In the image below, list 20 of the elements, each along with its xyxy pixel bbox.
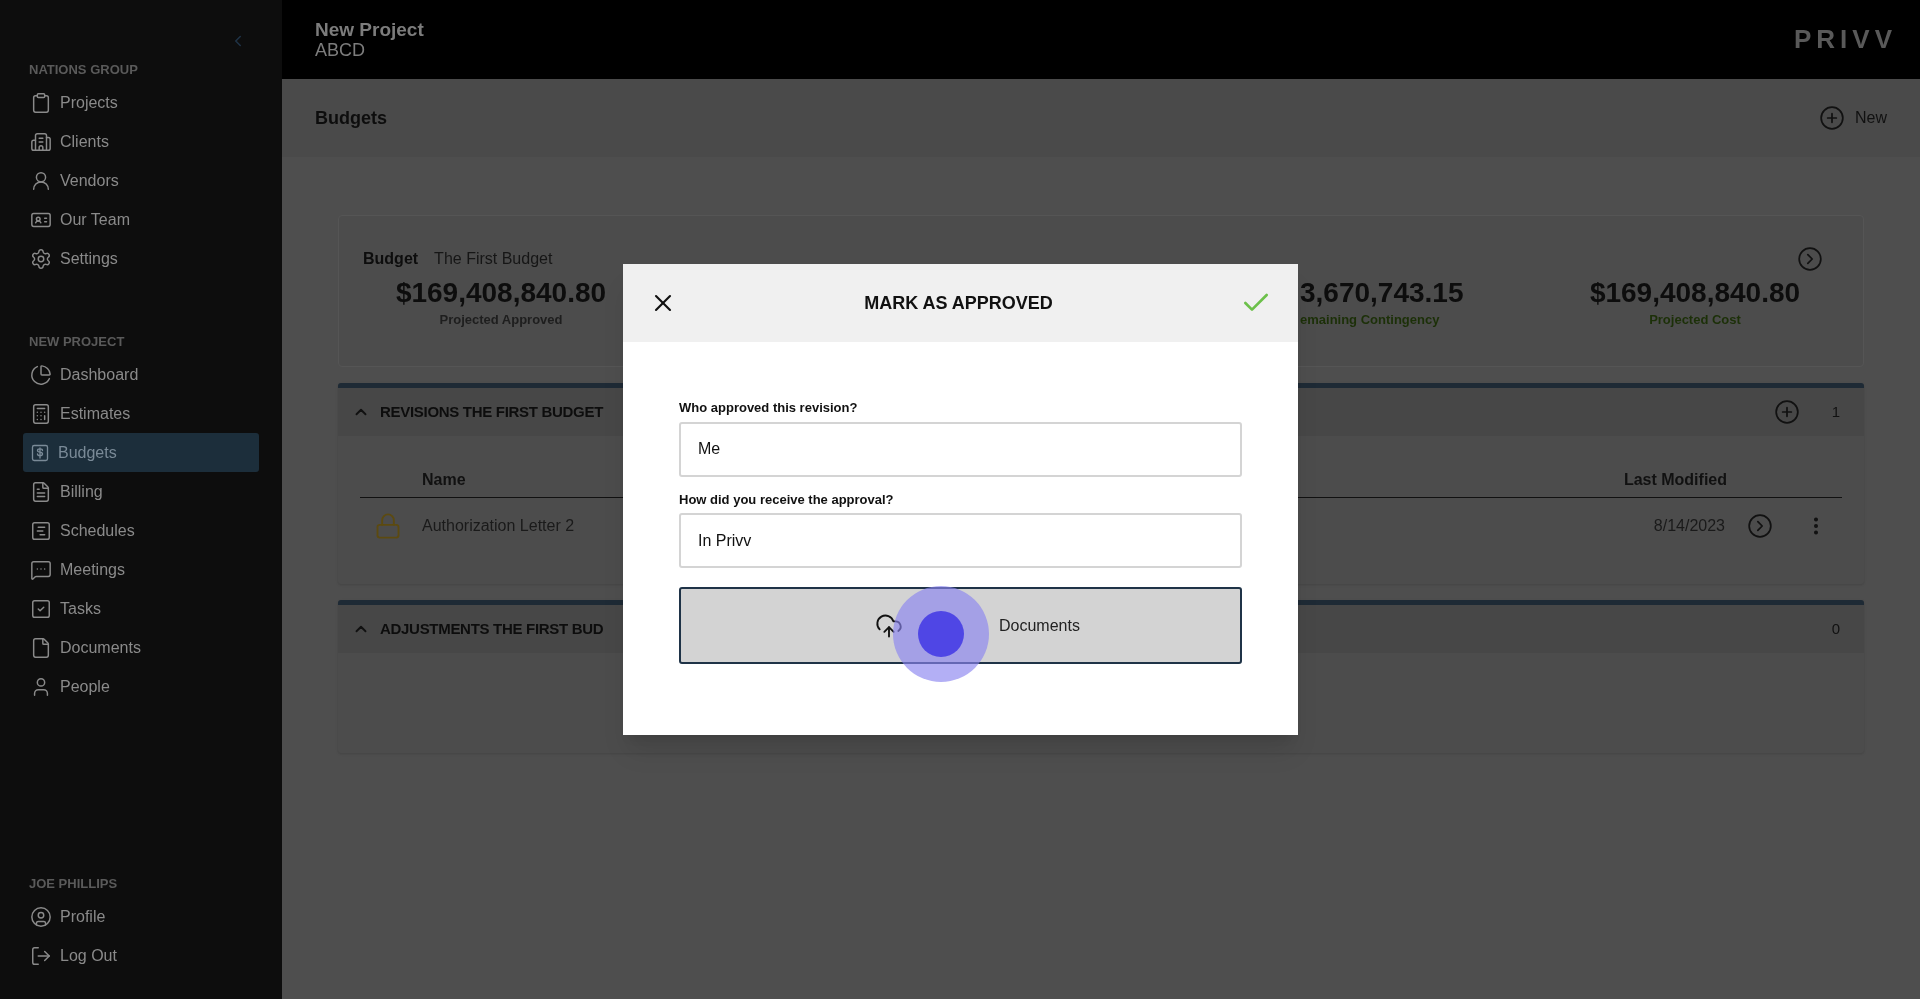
field-label: How did you receive the approval? xyxy=(679,490,895,509)
stat-value: $169,408,840.80 xyxy=(395,276,607,310)
section-title: NATIONS GROUP xyxy=(28,61,139,79)
project-code: ABCD xyxy=(315,39,365,61)
stat-label: Projected Cost xyxy=(1649,311,1741,329)
field-label: Who approved this revision? xyxy=(679,399,859,417)
dialog-title: MARK AS APPROVED xyxy=(863,291,1054,315)
stat-label: emaining Contingency xyxy=(1300,311,1440,329)
column-header: Name xyxy=(422,469,466,490)
page-title: Budgets xyxy=(315,106,387,130)
column-header: Last Modified xyxy=(1623,469,1727,490)
project-name: New Project xyxy=(315,18,424,40)
stat-value: $169,408,840.80 xyxy=(1589,276,1801,310)
section-title: ADJUSTMENTS THE FIRST BUD xyxy=(380,618,604,639)
section-title: NEW PROJECT xyxy=(28,333,126,351)
section-title: JOE PHILLIPS xyxy=(28,875,119,893)
stat-value: 3,670,743.15 xyxy=(1300,276,1464,310)
section-title: REVISIONS THE FIRST BUDGET xyxy=(380,401,604,422)
logo: PRIVV xyxy=(1793,23,1897,56)
budget-label: Budget xyxy=(363,249,419,269)
